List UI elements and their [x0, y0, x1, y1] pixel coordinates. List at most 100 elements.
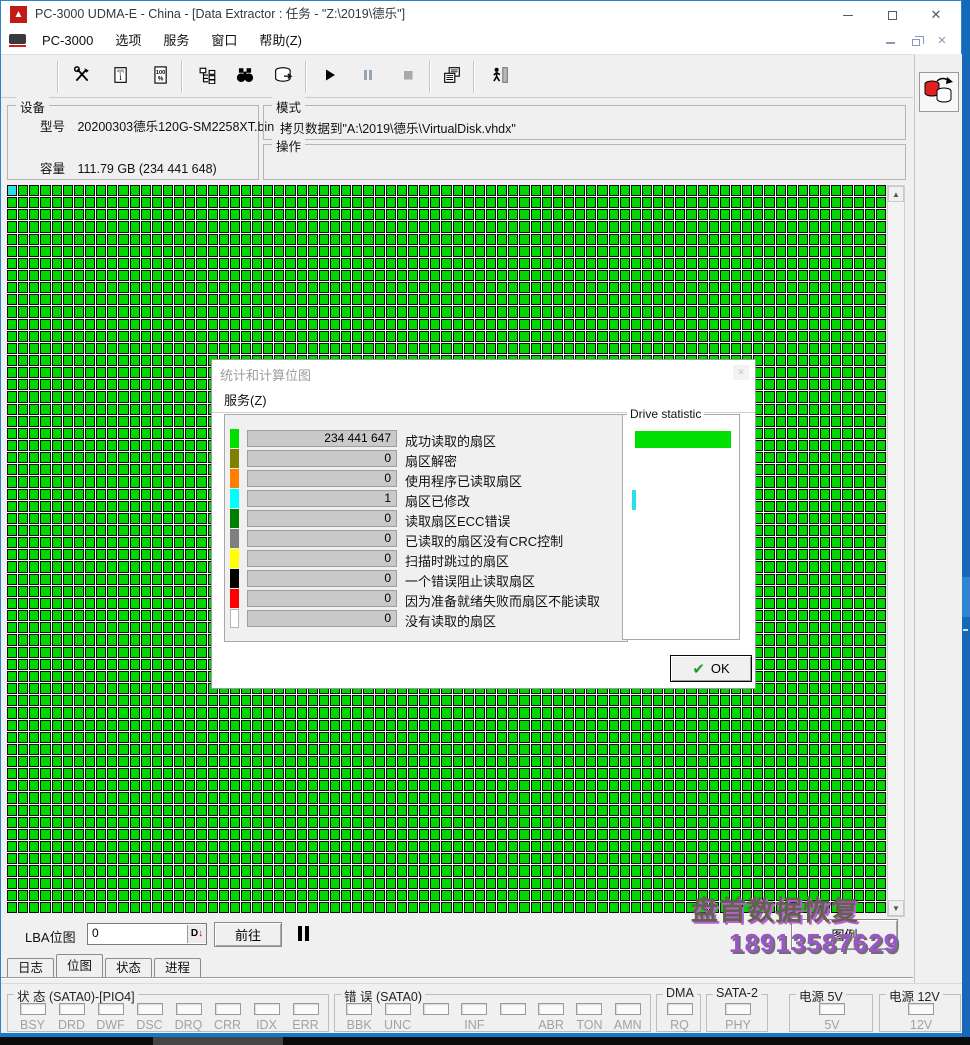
bitmap-cell — [208, 805, 218, 816]
bitmap-cell — [820, 634, 830, 645]
led-label: AMN — [608, 1018, 647, 1032]
bitmap-cell — [107, 379, 117, 390]
structure-button[interactable] — [193, 62, 223, 92]
bitmap-cell — [519, 792, 529, 803]
bitmap-cell — [107, 744, 117, 755]
bitmap-cell — [753, 732, 763, 743]
clone-disk-button[interactable] — [919, 72, 959, 112]
bitmap-cell — [196, 598, 206, 609]
pause-button[interactable] — [353, 62, 383, 92]
bitmap-cell — [96, 598, 106, 609]
tab-进程[interactable]: 进程 — [154, 958, 201, 977]
bitmap-cell — [776, 185, 786, 196]
scroll-down-button[interactable]: ▼ — [888, 900, 904, 916]
bitmap-cell — [675, 780, 685, 791]
bitmap-cell — [40, 549, 50, 560]
dialog-menu-service[interactable]: 服务(Z) — [224, 390, 267, 409]
status-group: 错 误 (SATA0)BBKUNCINFABRTONAMN — [334, 994, 651, 1032]
menu-item-4[interactable]: 帮助(Z) — [248, 28, 313, 54]
bitmap-cell — [141, 246, 151, 257]
stop-button[interactable] — [393, 62, 423, 92]
bitmap-cell — [675, 865, 685, 876]
menu-item-2[interactable]: 服务 — [152, 28, 200, 54]
bitmap-cell — [130, 185, 140, 196]
menu-item-1[interactable]: 选项 — [104, 28, 152, 54]
minimize-button[interactable] — [827, 1, 869, 28]
ok-button[interactable]: ✔ OK — [670, 655, 752, 682]
bitmap-cell — [464, 720, 474, 731]
bitmap-cell — [85, 452, 95, 463]
bitmap-cell — [18, 853, 28, 864]
mdi-close-button[interactable]: ✕ — [931, 32, 953, 50]
bitmap-cell — [230, 319, 240, 330]
bitmap-cell — [118, 805, 128, 816]
legend-button[interactable]: 图例 — [791, 919, 898, 950]
menu-item-0[interactable]: PC-3000 — [31, 28, 104, 54]
bitmap-cell — [174, 404, 184, 415]
lba-dropdown-button[interactable]: D↓ — [187, 925, 206, 943]
tab-日志[interactable]: 日志 — [7, 958, 54, 977]
tools-button[interactable] — [67, 62, 97, 92]
bitmap-cell — [809, 416, 819, 427]
mdi-minimize-button[interactable] — [879, 32, 901, 50]
bitmap-cell — [831, 343, 841, 354]
bitmap-cell — [285, 878, 295, 889]
disk-button[interactable] — [269, 62, 299, 92]
menu-item-3[interactable]: 窗口 — [200, 28, 248, 54]
bitmap-cell — [130, 865, 140, 876]
bitmap-cell — [698, 768, 708, 779]
bitmap-cell — [29, 707, 39, 718]
scroll-up-button[interactable]: ▲ — [888, 186, 904, 202]
bitmap-cell — [141, 221, 151, 232]
exit-button[interactable] — [485, 62, 515, 92]
bitmap-cell — [63, 792, 73, 803]
go-button[interactable]: 前往 — [214, 922, 282, 947]
bitmap-cell — [430, 720, 440, 731]
tab-状态[interactable]: 状态 — [105, 958, 152, 977]
bitmap-cell — [63, 659, 73, 670]
bitmap-cell — [854, 331, 864, 342]
close-button[interactable]: ✕ — [915, 1, 957, 28]
bitmap-cell — [341, 720, 351, 731]
bitmap-cell — [542, 853, 552, 864]
bitmap-cell — [542, 319, 552, 330]
search-button[interactable] — [230, 62, 260, 92]
bitmap-cell — [18, 586, 28, 597]
bitmap-cell — [531, 209, 541, 220]
bitmap-cell — [820, 452, 830, 463]
bitmap-cell — [40, 343, 50, 354]
bitmap-cell — [820, 258, 830, 269]
bitmap-cell — [319, 878, 329, 889]
bitmap-cell — [597, 841, 607, 852]
bitmap-cell — [397, 294, 407, 305]
bitmap-cell — [620, 890, 630, 901]
percent-button[interactable]: 100% — [145, 62, 175, 92]
bitmap-cell — [453, 258, 463, 269]
bitmap-cell — [29, 234, 39, 245]
bitmap-cell — [831, 890, 841, 901]
bitmap-cell — [553, 865, 563, 876]
app-menu-icon[interactable] — [9, 34, 26, 48]
copy-button[interactable] — [437, 62, 467, 92]
tab-位图[interactable]: 位图 — [56, 954, 103, 977]
maximize-button[interactable] — [871, 1, 913, 28]
bitmap-cell — [185, 404, 195, 415]
bitmap-cell — [230, 902, 240, 913]
mdi-restore-button[interactable] — [905, 32, 927, 50]
bitmap-cell — [386, 185, 396, 196]
bitmap-cell — [820, 829, 830, 840]
report-button[interactable]: 0||0|i — [105, 62, 135, 92]
dialog-close-button[interactable]: ✕ — [733, 365, 749, 380]
bitmap-cell — [497, 197, 507, 208]
bitmap-cell — [698, 756, 708, 767]
play-button[interactable] — [315, 62, 345, 92]
bitmap-cell — [542, 343, 552, 354]
bitmap-cell — [52, 185, 62, 196]
bitmap-cell — [753, 197, 763, 208]
bitmap-cell — [441, 270, 451, 281]
bitmap-scrollbar[interactable]: ▲ ▼ — [887, 185, 905, 917]
bitmap-cell — [85, 282, 95, 293]
bitmap-cell — [130, 343, 140, 354]
bitmap-cell — [430, 246, 440, 257]
bitmap-cell — [776, 343, 786, 354]
